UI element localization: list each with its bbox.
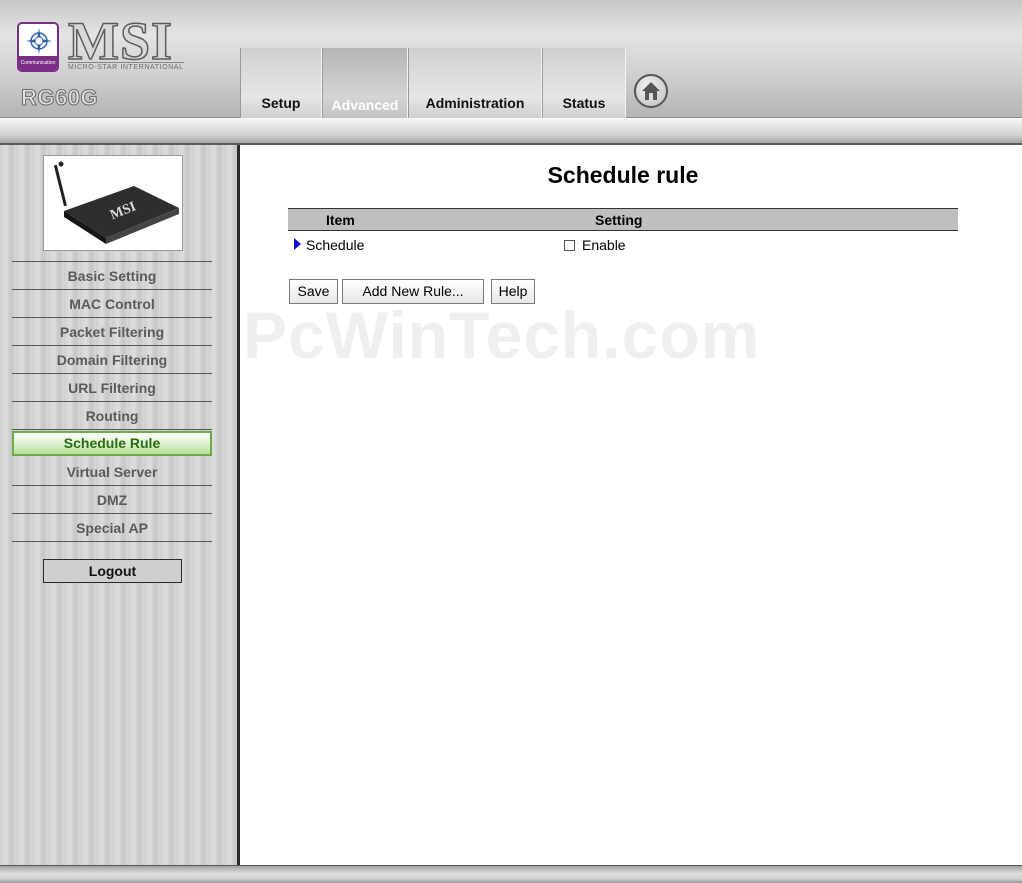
arrow-right-icon bbox=[294, 238, 301, 250]
router-product-icon: MSI bbox=[53, 161, 179, 244]
column-header-setting: Setting bbox=[595, 212, 643, 228]
watermark: PcWinTech.com bbox=[243, 298, 761, 372]
msi-logo-icon: Communication bbox=[17, 22, 59, 72]
page-title: Schedule rule bbox=[547, 162, 699, 188]
sidebar-item-schedule-rule[interactable]: Schedule Rule bbox=[12, 431, 212, 456]
home-button[interactable] bbox=[634, 74, 668, 108]
sidebar-item-url-filtering[interactable]: URL Filtering bbox=[12, 374, 212, 402]
sidebar-item-domain-filtering[interactable]: Domain Filtering bbox=[12, 346, 212, 374]
sidebar-item-routing[interactable]: Routing bbox=[12, 402, 212, 430]
sidebar-item-dmz[interactable]: DMZ bbox=[12, 486, 212, 514]
table-row: Schedule Enable bbox=[288, 231, 958, 257]
tab-advanced[interactable]: Advanced bbox=[322, 48, 408, 118]
main-content: PcWinTech.com Schedule rule Item Setting… bbox=[243, 147, 1022, 865]
tab-setup[interactable]: Setup bbox=[240, 48, 322, 118]
add-new-rule-button[interactable]: Add New Rule... bbox=[342, 279, 484, 304]
sidebar: MSI Basic Setting MAC Control Packet Fil… bbox=[0, 145, 240, 865]
table-header: Item Setting bbox=[288, 208, 958, 231]
footer-bar bbox=[0, 865, 1022, 883]
router-image: MSI bbox=[43, 155, 183, 251]
header-separator bbox=[0, 118, 1022, 145]
sidebar-item-basic-setting[interactable]: Basic Setting bbox=[12, 262, 212, 290]
enable-label: Enable bbox=[582, 237, 626, 253]
sidebar-item-mac-control[interactable]: MAC Control bbox=[12, 290, 212, 318]
tab-administration[interactable]: Administration bbox=[408, 48, 542, 118]
header: Communication MSI MICRO-STAR INTERNATION… bbox=[0, 0, 1022, 118]
sidebar-item-special-ap[interactable]: Special AP bbox=[12, 514, 212, 542]
brand-subtitle: MICRO-STAR INTERNATIONAL bbox=[68, 62, 184, 71]
schedule-table: Item Setting Schedule Enable bbox=[288, 208, 958, 257]
help-button[interactable]: Help bbox=[491, 279, 535, 304]
tab-status[interactable]: Status bbox=[542, 48, 626, 118]
logo-caption: Communication bbox=[19, 56, 57, 70]
sidebar-item-packet-filtering[interactable]: Packet Filtering bbox=[12, 318, 212, 346]
compass-star-icon bbox=[26, 28, 52, 54]
column-header-item: Item bbox=[326, 212, 355, 228]
sidebar-item-virtual-server[interactable]: Virtual Server bbox=[12, 458, 212, 486]
model-name: RG60G bbox=[20, 85, 99, 111]
logout-button[interactable]: Logout bbox=[43, 559, 182, 583]
home-icon bbox=[642, 82, 660, 100]
save-button[interactable]: Save bbox=[289, 279, 338, 304]
brand-logo: MSI bbox=[67, 11, 174, 71]
schedule-enable-checkbox[interactable] bbox=[564, 240, 575, 251]
row-item-label: Schedule bbox=[306, 237, 365, 253]
